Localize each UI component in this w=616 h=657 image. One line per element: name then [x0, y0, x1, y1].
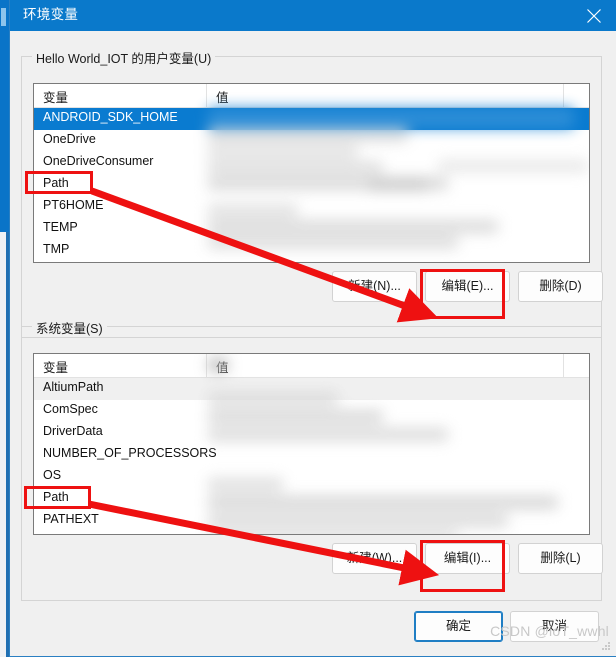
- system-variables-column-value[interactable]: 值: [207, 354, 564, 377]
- close-icon: [587, 9, 601, 23]
- system-variables-group-label: 系统变量(S): [32, 318, 107, 337]
- variable-name: AltiumPath: [43, 380, 104, 394]
- table-row[interactable]: OS: [34, 466, 589, 488]
- delete-system-variable-button[interactable]: 删除(L): [518, 543, 603, 574]
- system-variables-list-header: 变量 值: [34, 354, 589, 378]
- variable-name: OneDrive: [43, 132, 96, 146]
- dialog-titlebar[interactable]: 环境变量: [10, 0, 616, 31]
- user-variables-column-spacer[interactable]: [564, 84, 589, 107]
- variable-name: DriverData: [43, 424, 103, 438]
- variable-name: TMP: [43, 242, 70, 256]
- user-variables-rows: ANDROID_SDK_HOME OneDrive OneDriveConsum…: [34, 108, 589, 262]
- table-row[interactable]: TEMP: [34, 218, 589, 240]
- user-variables-column-variable[interactable]: 变量: [34, 84, 207, 107]
- delete-user-variable-button[interactable]: 删除(D): [518, 271, 603, 302]
- table-row[interactable]: DriverData: [34, 422, 589, 444]
- user-variables-column-value[interactable]: 值: [207, 84, 564, 107]
- resize-grip[interactable]: [602, 642, 611, 651]
- new-system-variable-button[interactable]: 新建(W)...: [332, 543, 417, 574]
- variable-name: PATHEXT: [43, 512, 99, 526]
- background-window-titlebar: [0, 0, 9, 232]
- user-variables-list-header: 变量 值: [34, 84, 589, 108]
- table-row[interactable]: ANDROID_SDK_HOME: [34, 108, 589, 130]
- table-row[interactable]: Path: [34, 174, 589, 196]
- edit-system-variable-button[interactable]: 编辑(I)...: [425, 543, 510, 574]
- table-row[interactable]: OneDriveConsumer: [34, 152, 589, 174]
- dialog-body: Hello World_IOT 的用户变量(U) 变量 值 ANDROID_SD…: [10, 31, 616, 656]
- background-window-icon: [1, 8, 6, 26]
- variable-name: NUMBER_OF_PROCESSORS: [43, 446, 217, 460]
- variable-name: Path: [43, 490, 69, 504]
- variable-name: TEMP: [43, 220, 78, 234]
- system-variables-column-spacer[interactable]: [564, 354, 589, 377]
- dialog-title: 环境变量: [23, 7, 79, 22]
- variable-name: OneDriveConsumer: [43, 154, 154, 168]
- environment-variables-dialog: 环境变量 Hello World_IOT 的用户变量(U) 变量 值 ANDRO…: [9, 0, 616, 657]
- table-row[interactable]: OneDrive: [34, 130, 589, 152]
- table-row[interactable]: TMP: [34, 240, 589, 262]
- variable-name: PT6HOME: [43, 198, 104, 212]
- system-variables-rows: AltiumPath ComSpec DriverData NUMBER_OF_…: [34, 378, 589, 534]
- user-variables-group-label: Hello World_IOT 的用户变量(U): [32, 48, 216, 67]
- variable-name: Path: [43, 176, 69, 190]
- close-button[interactable]: [571, 0, 616, 31]
- user-variables-list[interactable]: 变量 值 ANDROID_SDK_HOME OneDrive OneDriveC…: [33, 83, 590, 263]
- table-row[interactable]: Path: [34, 488, 589, 510]
- variable-name: OS: [43, 468, 62, 482]
- system-variables-column-variable[interactable]: 变量: [34, 354, 207, 377]
- table-row[interactable]: ComSpec: [34, 400, 589, 422]
- background-window-strip: [0, 0, 9, 657]
- system-variables-list[interactable]: 变量 值 AltiumPath ComSpec DriverData NUMBE…: [33, 353, 590, 535]
- edit-user-variable-button[interactable]: 编辑(E)...: [425, 271, 510, 302]
- new-user-variable-button[interactable]: 新建(N)...: [332, 271, 417, 302]
- table-row[interactable]: AltiumPath: [34, 378, 589, 400]
- watermark-text: CSDN @ioT_wwhl: [490, 623, 609, 639]
- table-row[interactable]: PATHEXT: [34, 510, 589, 532]
- table-row[interactable]: NUMBER_OF_PROCESSORS: [34, 444, 589, 466]
- variable-name: ANDROID_SDK_HOME: [43, 110, 178, 124]
- table-row[interactable]: PT6HOME: [34, 196, 589, 218]
- variable-name: ComSpec: [43, 402, 98, 416]
